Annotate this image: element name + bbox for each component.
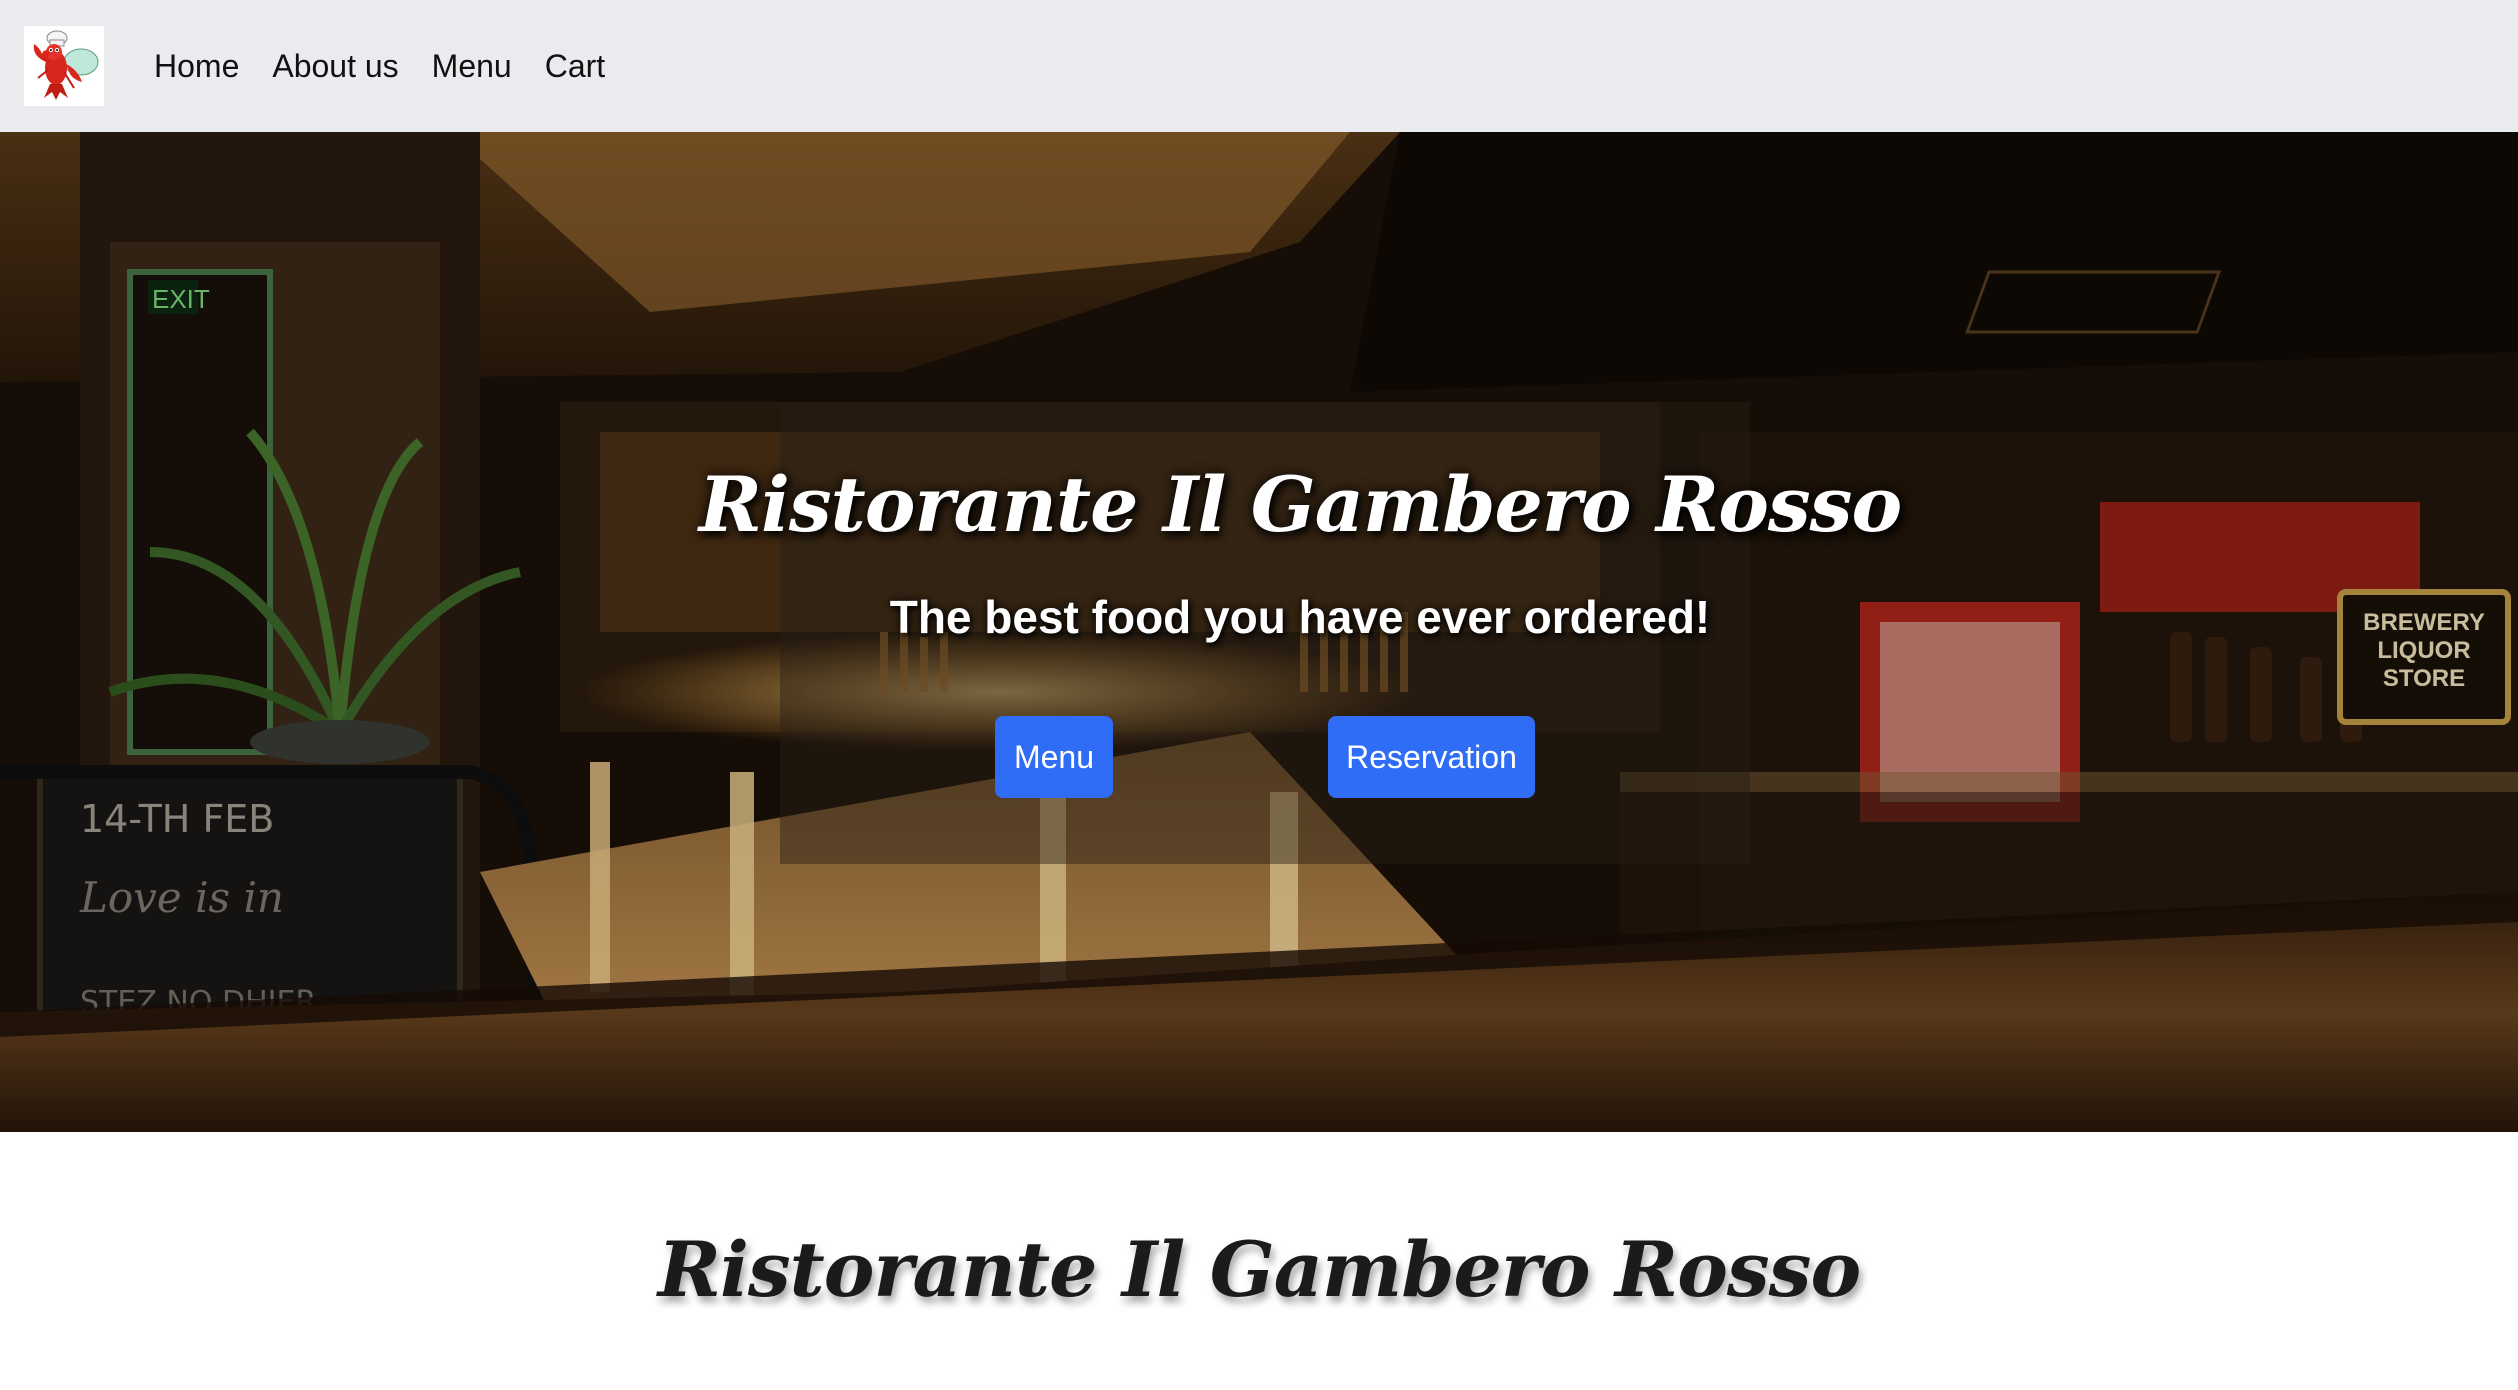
navbar: Home About us Menu Cart (0, 0, 2518, 132)
hero-section: EXIT 14-TH FEB Love is in STEZ NO DHIER (0, 132, 2518, 1132)
nav-link-menu[interactable]: Menu (432, 50, 512, 82)
reservation-button[interactable]: Reservation (1328, 716, 1535, 798)
hero-subtitle: The best food you have ever ordered! (889, 591, 1711, 643)
nav-link-home[interactable]: Home (154, 50, 239, 82)
menu-button[interactable]: Menu (995, 716, 1113, 798)
lobster-chef-logo-icon (24, 26, 104, 106)
section-title: Ristorante Il Gambero Rosso (657, 1225, 1861, 1314)
nav-link-cart[interactable]: Cart (545, 50, 605, 82)
nav-links: Home About us Menu Cart (154, 50, 638, 82)
hero-title: Ristorante Il Gambero Rosso (698, 460, 1902, 549)
nav-link-about-us[interactable]: About us (272, 50, 398, 82)
brand-logo[interactable] (24, 26, 104, 106)
